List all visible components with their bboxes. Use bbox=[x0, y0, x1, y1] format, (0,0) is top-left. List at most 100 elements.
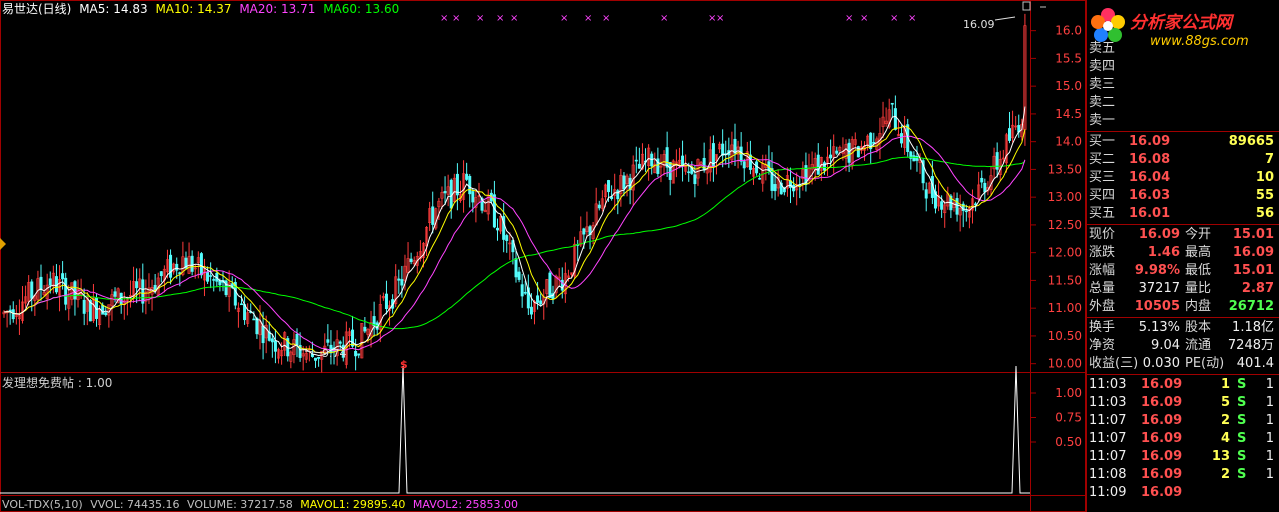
stat-value-2: 15.01 bbox=[1232, 227, 1274, 242]
info-row[interactable]: 换手 5.13% 股本 1.18亿 bbox=[1087, 319, 1279, 337]
candle-body bbox=[409, 258, 413, 263]
candle-body bbox=[317, 357, 321, 359]
corner-box bbox=[1022, 1, 1031, 11]
candle-body bbox=[983, 182, 987, 193]
stat-row[interactable]: 涨跌 1.46 最高 16.09 bbox=[1087, 244, 1279, 262]
info-value-2: 1.18亿 bbox=[1232, 320, 1274, 335]
candle-body bbox=[742, 161, 746, 169]
candle-body bbox=[104, 312, 108, 316]
vvol-label: VVOL: 74435.16 bbox=[90, 498, 180, 511]
sell-row[interactable]: 卖五 bbox=[1087, 40, 1279, 58]
panel-separator bbox=[1087, 374, 1279, 375]
y-tick-label: 14.5 bbox=[1055, 107, 1082, 121]
tick-time: 11:08 bbox=[1089, 467, 1127, 482]
candle-body bbox=[536, 295, 540, 303]
info-row[interactable]: 净资 9.04 流通 7248万 bbox=[1087, 337, 1279, 355]
tick-side: S bbox=[1237, 467, 1247, 482]
stat-row[interactable]: 现价 16.09 今开 15.01 bbox=[1087, 226, 1279, 244]
signal-marker: × bbox=[560, 13, 568, 24]
ind-tick-label: 0.75 bbox=[1055, 411, 1082, 425]
candle-body bbox=[890, 102, 894, 105]
candle-body bbox=[11, 309, 15, 320]
candle-body bbox=[199, 253, 203, 276]
chart-header: 易世达(日线) MA5: 14.83 MA10: 14.37 MA20: 13.… bbox=[2, 0, 399, 17]
candle-body bbox=[758, 177, 762, 180]
chart-area[interactable]: 16.0 15.5 15.0 14.5 14.0 13.50 13.00 12.50 12.00… bbox=[0, 0, 1086, 512]
candle-body bbox=[529, 306, 533, 315]
indicator-line bbox=[0, 365, 1030, 494]
tick-price: 16.09 bbox=[1141, 485, 1183, 500]
candle-body bbox=[338, 341, 342, 344]
candle-body bbox=[637, 163, 641, 169]
buy-row[interactable]: 买五 16.01 56 bbox=[1087, 205, 1279, 223]
panel-separator bbox=[1087, 224, 1279, 225]
kline-chart[interactable]: 16.0 15.5 15.0 14.5 14.0 13.50 13.00 12.50 12.00… bbox=[0, 0, 1086, 512]
tick-row[interactable]: 11:08 16.09 2 S 1 bbox=[1087, 466, 1279, 484]
tick-row[interactable]: 11:07 16.09 2 S 1 bbox=[1087, 412, 1279, 430]
candle-body bbox=[980, 177, 984, 183]
volume-label: VOLUME: 37217.58 bbox=[187, 498, 293, 511]
tick-count: 1 bbox=[1265, 449, 1274, 464]
sell-row[interactable]: 卖三 bbox=[1087, 76, 1279, 94]
stat-label-2: 量比 bbox=[1185, 281, 1212, 296]
candle-body bbox=[915, 156, 919, 161]
buy-volume: 56 bbox=[1255, 206, 1274, 221]
buy-volume: 89665 bbox=[1228, 134, 1274, 149]
buy-row[interactable]: 买一 16.09 89665 bbox=[1087, 133, 1279, 151]
stat-row[interactable]: 总量 37217 量比 2.87 bbox=[1087, 280, 1279, 298]
buy-volume: 55 bbox=[1255, 188, 1274, 203]
sell-level-label: 卖五 bbox=[1089, 41, 1116, 56]
tick-time: 11:07 bbox=[1089, 431, 1127, 446]
candle-body bbox=[48, 278, 52, 286]
tick-row[interactable]: 11:09 16.09 bbox=[1087, 484, 1279, 502]
y-tick-label: 10.50 bbox=[1048, 329, 1082, 343]
tick-count: 1 bbox=[1265, 467, 1274, 482]
buy-row[interactable]: 买四 16.03 55 bbox=[1087, 187, 1279, 205]
dollar-marker: $ bbox=[400, 358, 408, 371]
tick-row[interactable]: 11:07 16.09 13 S 1 bbox=[1087, 448, 1279, 466]
sell-level-label: 卖三 bbox=[1089, 77, 1116, 92]
candle-body bbox=[206, 271, 210, 282]
stat-row[interactable]: 外盘 10505 内盘 26712 bbox=[1087, 298, 1279, 316]
sell-level-label: 卖一 bbox=[1089, 113, 1116, 128]
stat-value-1: 37217 bbox=[1138, 281, 1180, 296]
info-row[interactable]: 收益(三) 0.030 PE(动) 401.4 bbox=[1087, 355, 1279, 373]
info-label-1: 换手 bbox=[1089, 320, 1116, 335]
buy-row[interactable]: 买三 16.04 10 bbox=[1087, 169, 1279, 187]
info-value-1: 5.13% bbox=[1138, 320, 1180, 335]
sell-row[interactable]: 卖二 bbox=[1087, 94, 1279, 112]
stat-label-1: 涨幅 bbox=[1089, 263, 1116, 278]
indicator-label: 发理想免费帖 : 1.00 bbox=[2, 376, 113, 390]
candle-body bbox=[113, 291, 117, 297]
candle-body bbox=[443, 191, 447, 194]
tick-row[interactable]: 11:03 16.09 5 S 1 bbox=[1087, 394, 1279, 412]
candle-body bbox=[30, 281, 34, 299]
candle-body bbox=[893, 108, 897, 130]
y-tick-label: 12.50 bbox=[1048, 218, 1082, 232]
buy-row[interactable]: 买二 16.08 7 bbox=[1087, 151, 1279, 169]
tick-row[interactable]: 11:03 16.09 1 S 1 bbox=[1087, 376, 1279, 394]
candle-body bbox=[924, 189, 928, 199]
tick-row[interactable]: 11:07 16.09 4 S 1 bbox=[1087, 430, 1279, 448]
tick-time: 11:09 bbox=[1089, 485, 1127, 500]
signal-marker: × bbox=[845, 13, 853, 24]
tick-side: S bbox=[1237, 431, 1247, 446]
sell-row[interactable]: 卖一 bbox=[1087, 112, 1279, 130]
candle-body bbox=[505, 235, 509, 241]
stat-label-2: 最低 bbox=[1185, 263, 1212, 278]
tick-price: 16.09 bbox=[1141, 395, 1183, 410]
signal-marker: × bbox=[890, 13, 898, 24]
candle-body bbox=[252, 318, 256, 321]
sell-row[interactable]: 卖四 bbox=[1087, 58, 1279, 76]
candle-body bbox=[517, 271, 521, 280]
signal-marker: × bbox=[584, 13, 592, 24]
candle-body bbox=[597, 204, 601, 209]
left-scroll-handle[interactable] bbox=[0, 238, 6, 250]
stock-name: 易世达(日线) bbox=[2, 2, 72, 16]
candle-body bbox=[634, 159, 638, 162]
buy-price: 16.03 bbox=[1129, 188, 1171, 203]
candle-body bbox=[773, 184, 777, 192]
y-tick-label: 10.00 bbox=[1048, 357, 1082, 371]
stat-row[interactable]: 涨幅 9.98% 最低 15.01 bbox=[1087, 262, 1279, 280]
candle-body bbox=[64, 277, 68, 305]
